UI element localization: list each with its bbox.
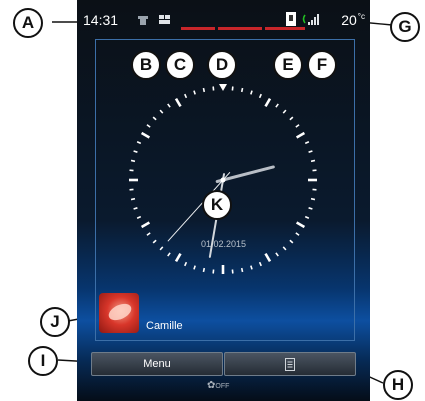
- callout-f: F: [307, 50, 337, 80]
- clock-minute-tick: [159, 109, 164, 114]
- clock-minute-tick: [310, 197, 316, 201]
- callout-k: K: [202, 190, 232, 220]
- clock-minute-tick: [184, 93, 188, 99]
- clock-minute-tick: [167, 103, 171, 108]
- clock-minute-tick: [295, 124, 300, 128]
- lane-bar-segment: [218, 27, 262, 30]
- clock-minute-tick: [146, 124, 151, 128]
- clock-hour-tick: [174, 252, 182, 263]
- clock-minute-tick: [193, 265, 196, 270]
- clock-hour-tick: [295, 221, 306, 229]
- lane-bar-segment: [265, 27, 305, 30]
- clock-hour-tick: [174, 97, 182, 108]
- clock-minute-tick: [136, 141, 142, 145]
- clock-hub: [220, 177, 226, 183]
- clock-minute-tick: [152, 116, 157, 121]
- phone-handset-icon: [138, 16, 148, 25]
- clock-top-marker: [219, 84, 227, 91]
- clock-minute-tick: [193, 90, 196, 95]
- clock-minute-tick: [308, 150, 313, 153]
- outside-temperature: 20°c: [341, 12, 365, 28]
- clock-minute-tick: [240, 87, 244, 93]
- callout-a: A: [13, 8, 43, 38]
- fan-status[interactable]: ✿OFF: [207, 380, 229, 391]
- clock-hour-tick: [140, 221, 151, 229]
- message-notification-icon: [286, 12, 296, 26]
- callout-j: J: [40, 307, 70, 337]
- menu-button[interactable]: Menu: [91, 352, 223, 376]
- signal-strength-icon: [302, 14, 319, 25]
- clock-minute-tick: [167, 252, 171, 257]
- clock-minute-tick: [136, 215, 142, 219]
- clock-hour-tick: [140, 131, 151, 139]
- clock-minute-tick: [240, 267, 244, 273]
- lane-bar-segment: [181, 27, 215, 30]
- clock-minute-tick: [258, 93, 262, 99]
- clock-minute-tick: [295, 232, 300, 236]
- clock-minute-tick: [146, 232, 151, 236]
- clock-minute-tick: [275, 252, 279, 257]
- clock-minute-tick: [275, 103, 279, 108]
- callout-e: E: [273, 50, 303, 80]
- clock-minute-tick: [282, 109, 287, 114]
- callout-c: C: [165, 50, 195, 80]
- clock-minute-tick: [310, 159, 316, 163]
- callout-g: G: [390, 12, 420, 42]
- temperature-value: 20: [341, 12, 357, 28]
- clock-minute-tick: [304, 215, 310, 219]
- clock-minute-tick: [250, 90, 253, 95]
- clock-hour-tick: [264, 97, 272, 108]
- clock-minute-tick: [202, 267, 206, 273]
- status-bar: 14:31 20°c: [77, 0, 370, 32]
- callout-b: B: [131, 50, 161, 80]
- clock-minute-tick: [184, 261, 188, 267]
- clock-minute-tick: [133, 207, 138, 210]
- callout-i: I: [28, 346, 58, 376]
- clock-minute-tick: [289, 116, 294, 121]
- temperature-unit: °c: [357, 12, 365, 21]
- clock-minute-tick: [133, 150, 138, 153]
- avatar-image: [106, 300, 134, 324]
- list-button[interactable]: [224, 352, 356, 376]
- hour-hand: [215, 165, 275, 184]
- analog-clock: [129, 84, 317, 274]
- contact-name: Camille: [146, 320, 183, 332]
- contact-avatar[interactable]: [99, 293, 139, 333]
- list-icon: [285, 357, 295, 371]
- callout-h: H: [383, 370, 413, 400]
- clock-time: 14:31: [83, 12, 119, 28]
- clock-minute-tick: [258, 261, 262, 267]
- clock-minute-tick: [250, 265, 253, 270]
- clock-date: 01.02.2015: [200, 239, 247, 249]
- clock-minute-tick: [202, 87, 206, 93]
- battery-icon: [159, 15, 170, 24]
- clock-hour-tick: [264, 252, 272, 263]
- clock-hour-tick: [295, 131, 306, 139]
- clock-minute-tick: [130, 159, 136, 163]
- callout-d: D: [207, 50, 237, 80]
- clock-minute-tick: [304, 141, 310, 145]
- clock-minute-tick: [130, 197, 136, 201]
- clock-minute-tick: [308, 207, 313, 210]
- fan-status-label: OFF: [215, 383, 230, 390]
